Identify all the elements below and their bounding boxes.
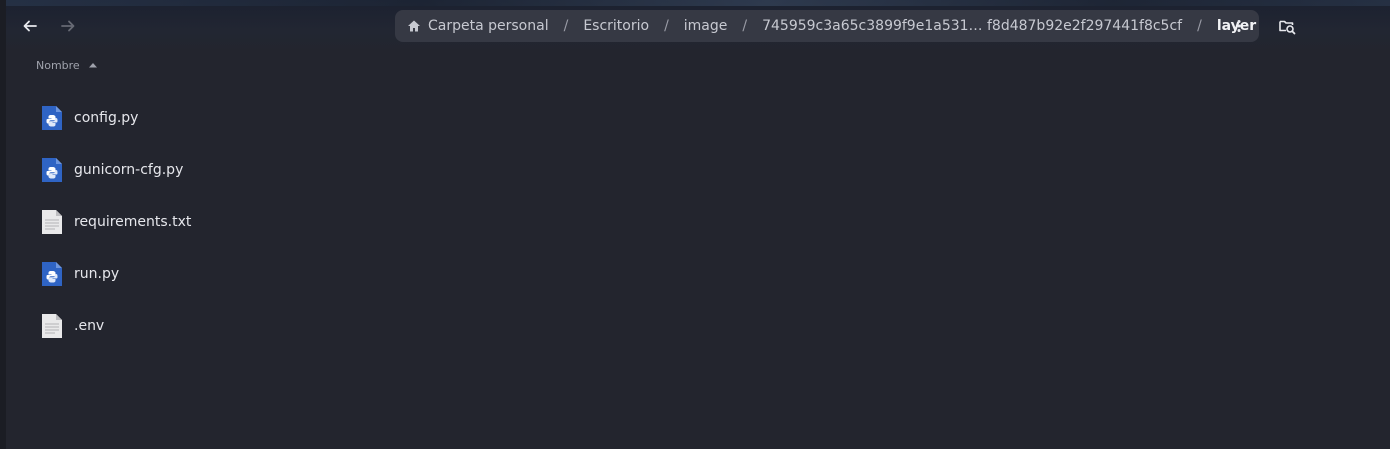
file-name: config.py	[74, 110, 139, 126]
arrow-right-icon	[60, 18, 76, 34]
file-row-env[interactable]: .env	[36, 300, 1376, 352]
breadcrumb-item-image[interactable]: image	[684, 10, 728, 42]
file-row-gunicorn-cfg-py[interactable]: gunicorn-cfg.py	[36, 144, 1376, 196]
column-header-name[interactable]: Nombre	[36, 56, 98, 74]
kebab-menu-icon	[1233, 19, 1245, 33]
file-name: run.py	[74, 266, 120, 282]
column-header-label: Nombre	[36, 58, 80, 72]
sort-ascending-icon	[88, 62, 98, 68]
breadcrumb-label: Escritorio	[583, 18, 650, 34]
breadcrumb-separator: /	[742, 18, 748, 34]
file-row-run-py[interactable]: run.py	[36, 248, 1376, 300]
text-file-icon	[40, 209, 64, 235]
file-name: gunicorn-cfg.py	[74, 162, 184, 178]
breadcrumb-separator: /	[1197, 18, 1202, 34]
breadcrumb-label: 745959c3a65c3899f9e1a531… f8d487b92e2f29…	[762, 18, 1183, 34]
python-file-icon	[40, 157, 64, 183]
path-menu-button[interactable]	[1227, 14, 1251, 38]
breadcrumb-item-hash-folder[interactable]: 745959c3a65c3899f9e1a531… f8d487b92e2f29…	[762, 10, 1182, 42]
wallpaper-strip	[6, 0, 1390, 6]
breadcrumb-item-escritorio[interactable]: Escritorio	[583, 10, 649, 42]
breadcrumb-separator: /	[563, 18, 569, 34]
arrow-left-icon	[22, 18, 38, 34]
file-name: requirements.txt	[74, 214, 192, 230]
python-file-icon	[40, 105, 64, 131]
breadcrumb-item-home[interactable]: Carpeta personal	[407, 10, 549, 42]
folder-search-icon	[1278, 17, 1296, 35]
forward-button[interactable]	[54, 12, 82, 40]
text-file-icon	[40, 313, 64, 339]
python-file-icon	[40, 261, 64, 287]
breadcrumb-label: image	[683, 18, 728, 34]
breadcrumb-separator: /	[664, 18, 669, 34]
back-button[interactable]	[16, 12, 44, 40]
search-button[interactable]	[1274, 13, 1300, 39]
file-name: .env	[74, 318, 105, 334]
file-list: config.py gunicorn-cfg.py requirements.t…	[36, 92, 1376, 352]
file-row-config-py[interactable]: config.py	[36, 92, 1376, 144]
header-bar: Carpeta personal / Escritorio / image / …	[6, 0, 1390, 52]
breadcrumb-label: Carpeta personal	[428, 18, 549, 34]
file-row-requirements-txt[interactable]: requirements.txt	[36, 196, 1376, 248]
file-manager-window: Carpeta personal / Escritorio / image / …	[0, 0, 1390, 449]
home-icon	[407, 19, 421, 33]
breadcrumb: Carpeta personal / Escritorio / image / …	[395, 10, 1259, 42]
